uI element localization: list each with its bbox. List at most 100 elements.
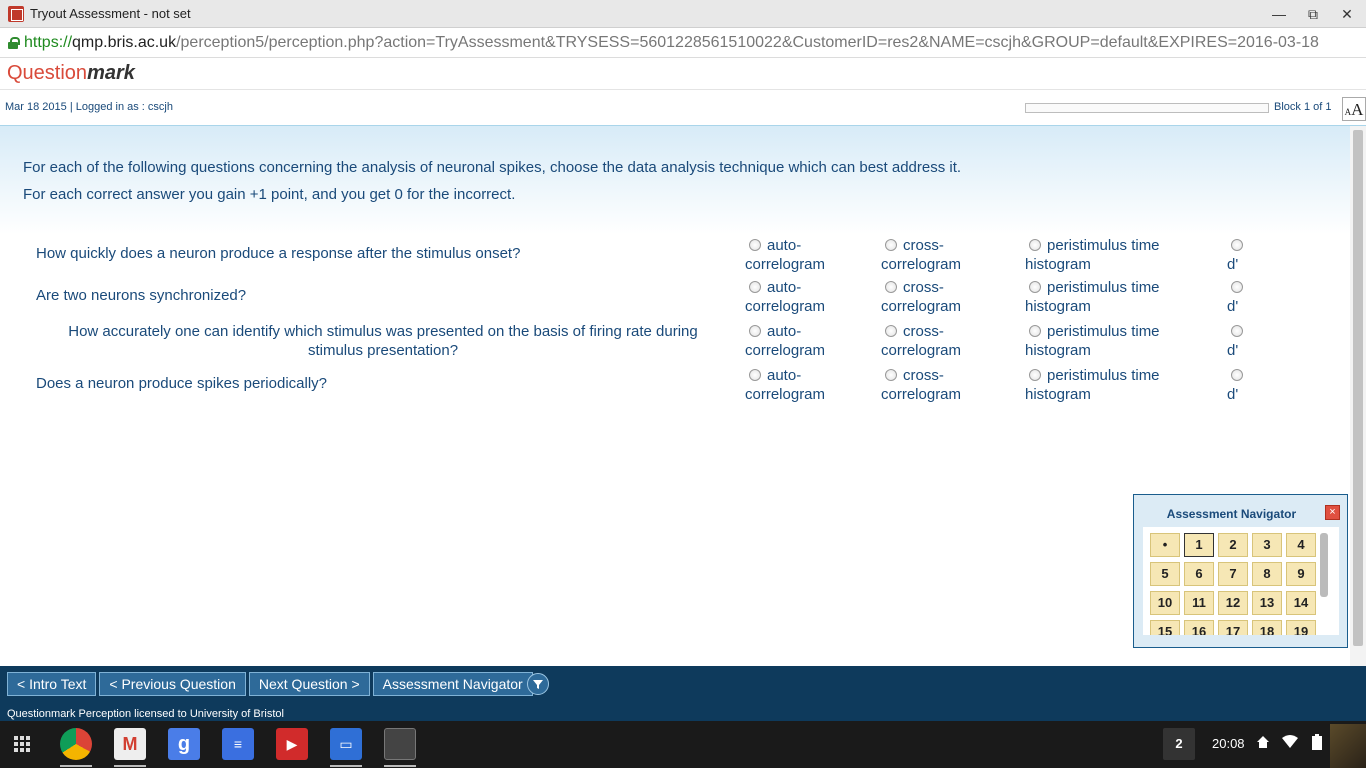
- navigator-close-icon[interactable]: ×: [1325, 505, 1340, 520]
- navigator-cell[interactable]: 7: [1218, 562, 1248, 586]
- launcher-grid-icon[interactable]: [6, 728, 38, 760]
- address-bar[interactable]: https:// qmp.bris.ac.uk /perception5/per…: [0, 28, 1366, 58]
- radio-button[interactable]: [885, 325, 897, 337]
- navigator-cell[interactable]: 15: [1150, 620, 1180, 635]
- minimize-icon[interactable]: —: [1262, 0, 1296, 28]
- notification-badge[interactable]: 2: [1163, 728, 1195, 760]
- option-label: auto-: [767, 279, 802, 296]
- option-label: correlogram: [745, 386, 826, 403]
- navigator-cell-intro[interactable]: •: [1150, 533, 1180, 557]
- google-search-icon[interactable]: g: [168, 728, 200, 760]
- navigator-cell[interactable]: 8: [1252, 562, 1282, 586]
- option-dprime[interactable]: d': [1227, 236, 1249, 274]
- option-dprime[interactable]: d': [1227, 322, 1249, 360]
- option-label: correlogram: [745, 298, 826, 315]
- assessment-navigator-button[interactable]: Assessment Navigator: [372, 672, 533, 696]
- option-psth[interactable]: peristimulus time histogram: [1025, 236, 1160, 274]
- option-autocorrelogram[interactable]: auto-correlogram: [745, 322, 825, 360]
- instructions-line1: For each of the following questions conc…: [23, 159, 962, 176]
- gmail-icon[interactable]: M: [114, 728, 146, 760]
- instructions-line2: For each correct answer you gain +1 poin…: [23, 186, 516, 203]
- intro-text-button[interactable]: < Intro Text: [7, 672, 97, 696]
- option-psth[interactable]: peristimulus time histogram: [1025, 366, 1160, 404]
- terminal-window-thumbnail[interactable]: [384, 728, 416, 760]
- navigator-cell[interactable]: 2: [1218, 533, 1248, 557]
- navigator-cell[interactable]: 3: [1252, 533, 1282, 557]
- files-icon[interactable]: ▭: [330, 728, 362, 760]
- url-scheme: https://: [24, 33, 73, 51]
- navigator-cell[interactable]: 11: [1184, 591, 1214, 615]
- radio-button[interactable]: [749, 239, 761, 251]
- radio-button[interactable]: [1029, 325, 1041, 337]
- option-label: auto-: [767, 367, 802, 384]
- question-text-3-line2: stimulus presentation?: [307, 342, 459, 359]
- option-crosscorrelogram[interactable]: cross-correlogram: [881, 366, 961, 404]
- navigator-cell[interactable]: 10: [1150, 591, 1180, 615]
- navigator-cell[interactable]: 16: [1184, 620, 1214, 635]
- user-avatar[interactable]: [1330, 724, 1366, 768]
- logo-part1: Question: [7, 62, 88, 84]
- navigator-cell[interactable]: 14: [1286, 591, 1316, 615]
- radio-button[interactable]: [1231, 281, 1243, 293]
- chrome-icon[interactable]: [60, 728, 92, 760]
- option-dprime[interactable]: d': [1227, 278, 1249, 316]
- navigator-cell[interactable]: 19: [1286, 620, 1316, 635]
- main-scrollbar[interactable]: [1350, 126, 1366, 666]
- question-row-1: How quickly does a neuron produce a resp…: [0, 236, 1350, 276]
- option-crosscorrelogram[interactable]: cross-correlogram: [881, 236, 961, 274]
- radio-button[interactable]: [1231, 239, 1243, 251]
- navigator-cell[interactable]: 6: [1184, 562, 1214, 586]
- option-psth[interactable]: peristimulus time histogram: [1025, 322, 1160, 360]
- radio-button[interactable]: [1231, 369, 1243, 381]
- question-row-3: How accurately one can identify which st…: [0, 322, 1350, 362]
- navigator-cell[interactable]: 17: [1218, 620, 1248, 635]
- option-label: correlogram: [881, 256, 962, 273]
- close-icon[interactable]: ✕: [1330, 0, 1364, 28]
- option-label: cross-: [903, 279, 944, 296]
- option-psth[interactable]: peristimulus time histogram: [1025, 278, 1160, 316]
- radio-button[interactable]: [749, 369, 761, 381]
- wifi-icon[interactable]: [1282, 735, 1298, 749]
- session-date: Mar 18 2015: [5, 101, 67, 113]
- navigator-cell[interactable]: 4: [1286, 533, 1316, 557]
- help-icon[interactable]: [527, 673, 549, 695]
- license-footer: Questionmark Perception licensed to Univ…: [7, 708, 284, 720]
- radio-button[interactable]: [749, 325, 761, 337]
- docs-icon[interactable]: ≡: [222, 728, 254, 760]
- option-autocorrelogram[interactable]: auto-correlogram: [745, 278, 825, 316]
- option-crosscorrelogram[interactable]: cross-correlogram: [881, 278, 961, 316]
- option-autocorrelogram[interactable]: auto-correlogram: [745, 236, 825, 274]
- option-dprime[interactable]: d': [1227, 366, 1249, 404]
- question-row-4: Does a neuron produce spikes periodicall…: [0, 366, 1350, 406]
- logo-part2: mark: [87, 62, 135, 84]
- youtube-icon[interactable]: ▶: [276, 728, 308, 760]
- radio-button[interactable]: [1029, 239, 1041, 251]
- question-row-2: Are two neurons synchronized? auto-corre…: [0, 278, 1350, 318]
- navigator-cell[interactable]: 1: [1184, 533, 1214, 557]
- option-label: histogram: [1025, 342, 1091, 359]
- navigator-cell[interactable]: 13: [1252, 591, 1282, 615]
- radio-button[interactable]: [1029, 281, 1041, 293]
- gmail-active-indicator: [114, 765, 146, 767]
- navigator-cell[interactable]: 5: [1150, 562, 1180, 586]
- restore-icon[interactable]: ⧉: [1296, 0, 1330, 28]
- font-size-button[interactable]: AA: [1342, 97, 1366, 121]
- option-crosscorrelogram[interactable]: cross-correlogram: [881, 322, 961, 360]
- navigator-scrollbar[interactable]: [1320, 533, 1328, 597]
- radio-button[interactable]: [885, 369, 897, 381]
- home-icon[interactable]: [1256, 735, 1270, 749]
- navigator-cell[interactable]: 9: [1286, 562, 1316, 586]
- radio-button[interactable]: [885, 239, 897, 251]
- radio-button[interactable]: [1231, 325, 1243, 337]
- radio-button[interactable]: [749, 281, 761, 293]
- option-autocorrelogram[interactable]: auto-correlogram: [745, 366, 825, 404]
- radio-button[interactable]: [1029, 369, 1041, 381]
- clock[interactable]: 20:08: [1212, 736, 1245, 751]
- battery-icon[interactable]: [1312, 734, 1322, 750]
- navigator-cell[interactable]: 12: [1218, 591, 1248, 615]
- main-scrollbar-thumb[interactable]: [1353, 130, 1363, 646]
- previous-question-button[interactable]: < Previous Question: [99, 672, 246, 696]
- next-question-button[interactable]: Next Question >: [248, 672, 370, 696]
- radio-button[interactable]: [885, 281, 897, 293]
- navigator-cell[interactable]: 18: [1252, 620, 1282, 635]
